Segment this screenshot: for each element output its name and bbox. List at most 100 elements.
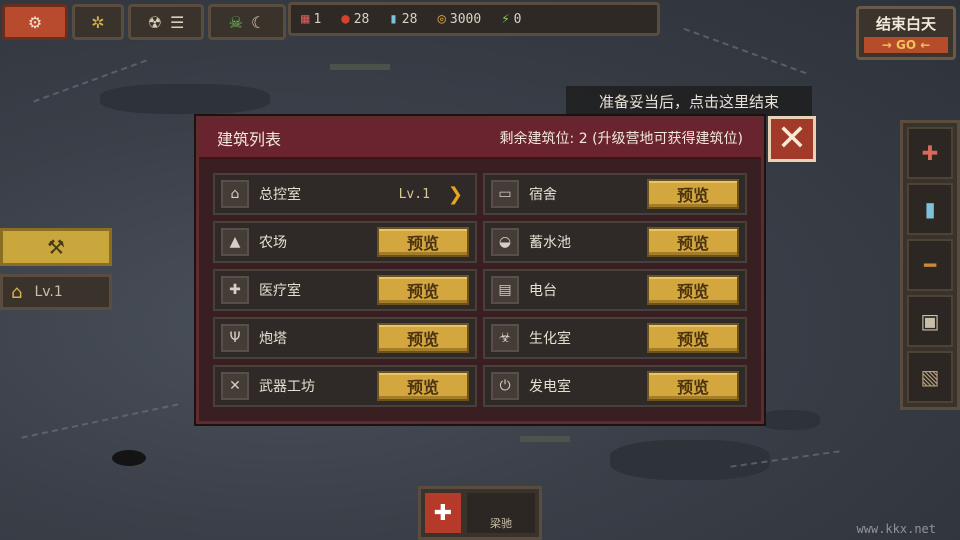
medical-icon: ✚ [221,276,249,304]
menu-button[interactable]: ☢ ☰ [128,4,204,40]
biohazard-icon: ☣ [491,324,519,352]
farm-icon: ▲ [221,228,249,256]
radio-icon: ▤ [491,276,519,304]
gear-icon: ⚙ [27,12,43,32]
building-name: 发电室 [529,379,571,395]
day-value: 1 [313,11,322,27]
building-name: 总控室 [259,187,301,203]
preview-button[interactable]: 预览 [377,323,469,353]
dialog-header: 建筑列表 剩余建筑位: 2 (升级营地可获得建筑位) [199,119,761,159]
grass-patch [610,440,770,480]
water-tank-icon: ◒ [491,228,519,256]
preview-button[interactable]: 预览 [377,227,469,257]
list-icon: ☰ [170,12,185,32]
preview-button[interactable]: 预览 [647,371,739,401]
coins-icon: ◎ [437,11,446,27]
building-generator-room: ⏻ 发电室 预览 [483,365,747,407]
building-level: Lv.1 [398,186,430,202]
end-day-hint: 准备妥当后，点击这里结束 [566,86,812,116]
building-control-room[interactable]: ⌂ 总控室 Lv.1 ❯ [213,173,477,215]
inventory-rail: ✚ ▮ ━ ▣ ▧ [900,120,960,410]
home-icon: ⌂ [11,281,23,303]
survivor-card[interactable]: 梁驰 [467,493,535,533]
building-name: 医疗室 [259,283,301,299]
resource-day: ▦ 1 [301,11,321,27]
building-turret: Ψ 炮塔 预览 [213,317,477,359]
radiation-icon: ☢ [147,12,162,32]
rail-map-button[interactable]: ▧ [907,351,953,403]
resource-bar: ▦ 1 ● 28 ▮ 28 ◎ 3000 ⚡ 0 [288,2,660,36]
build-button[interactable]: ⚒ [0,228,112,266]
coins-value: 3000 [449,11,482,27]
end-day-label: 结束白天 [875,15,936,33]
water-bottle-icon: ▮ [389,11,398,27]
preview-button[interactable]: 预览 [377,275,469,305]
resource-food: ● 28 [341,11,369,27]
building-name: 生化室 [529,331,571,347]
water-value: 28 [401,11,418,27]
home-icon: ⌂ [221,180,249,208]
fan-icon: ✲ [91,12,105,32]
chevron-right-icon[interactable]: ❯ [448,184,463,205]
weather-button[interactable]: ☠ ☾ [208,4,286,40]
grass-patch [100,84,270,114]
building-radio-station: ▤ 电台 预览 [483,269,747,311]
preview-button[interactable]: 预览 [377,371,469,401]
building-name: 炮塔 [259,331,287,347]
map-icon: ▧ [920,365,940,389]
survivor-name: 梁驰 [490,517,512,530]
close-icon: ✕ [776,118,808,159]
building-name: 农场 [259,235,287,251]
settings-button[interactable]: ⚙ [2,4,68,40]
energy-icon: ⚡ [501,11,510,27]
resource-coins: ◎ 3000 [437,11,481,27]
dialog-title: 建筑列表 [217,130,282,149]
preview-button[interactable]: 预览 [647,323,739,353]
remaining-slots: 剩余建筑位: 2 (升级营地可获得建筑位) [499,131,743,147]
zombie-icon: ☠ [228,12,243,32]
resource-water: ▮ 28 [389,11,417,27]
energy-value: 0 [513,11,522,27]
rail-supplies-button[interactable]: ▮ [907,183,953,235]
rail-weapon-button[interactable]: ━ [907,239,953,291]
moon-icon: ☾ [251,12,266,32]
building-biolab: ☣ 生化室 预览 [483,317,747,359]
camp-level-label: Lv.1 [34,284,63,300]
building-dormitory: ▭ 宿舍 预览 [483,173,747,215]
rail-tools-button[interactable]: ▣ [907,295,953,347]
building-weapon-workshop: ✕ 武器工坊 预览 [213,365,477,407]
calendar-icon: ▦ [301,11,310,27]
supplies-icon: ▮ [924,197,936,221]
fan-button[interactable]: ✲ [72,4,124,40]
camp-level-button[interactable]: ⌂ Lv.1 [0,274,112,310]
grass-tuft [520,436,570,442]
watermark: www.kkx.net [856,522,936,536]
building-medical-room: ✚ 医疗室 预览 [213,269,477,311]
bed-icon: ▭ [491,180,519,208]
rail-medkit-button[interactable]: ✚ [907,127,953,179]
medkit-icon: ✚ [433,500,453,526]
building-grid: ⌂ 总控室 Lv.1 ❯ ▭ 宿舍 预览 ▲ 农场 预览 ◒ 蓄水池 预览 ✚ … [213,173,747,407]
heal-button[interactable]: ✚ [425,493,461,533]
weapons-icon: ✕ [221,372,249,400]
hammer-icon: ⚒ [47,235,65,259]
food-value: 28 [353,11,370,27]
building-name: 宿舍 [529,187,557,203]
grass-patch [760,410,820,430]
building-name: 蓄水池 [529,235,571,251]
building-water-tank: ◒ 蓄水池 预览 [483,221,747,263]
preview-button[interactable]: 预览 [647,275,739,305]
preview-button[interactable]: 预览 [647,179,739,209]
building-name: 武器工坊 [259,379,315,395]
medkit-icon: ✚ [921,141,939,165]
turret-icon: Ψ [221,324,249,352]
generator-icon: ⏻ [491,372,519,400]
grass-tuft [330,64,390,70]
end-day-button[interactable]: 结束白天 → GO ← [856,6,956,60]
building-farm: ▲ 农场 预览 [213,221,477,263]
close-button[interactable]: ✕ [768,116,816,162]
crater [112,450,146,466]
go-label: → GO ← [864,37,948,53]
rifle-icon: ━ [923,253,937,277]
preview-button[interactable]: 预览 [647,227,739,257]
